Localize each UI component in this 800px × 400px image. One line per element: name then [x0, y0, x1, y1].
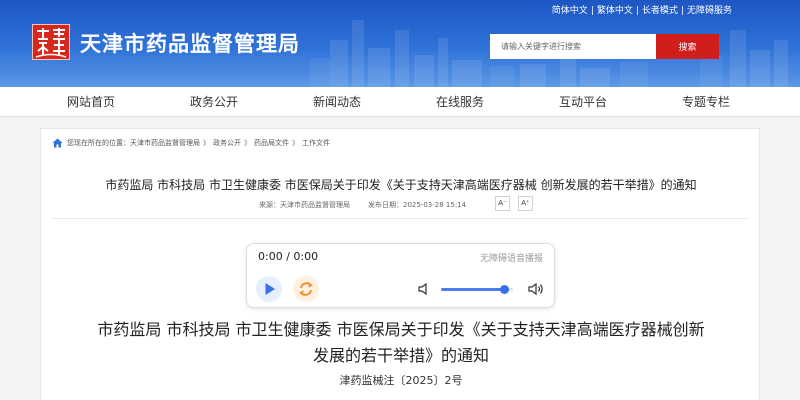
breadcrumb-separator: 》: [244, 139, 251, 147]
play-button[interactable]: [256, 276, 282, 302]
breadcrumb-item-work-documents[interactable]: 工作文件: [302, 138, 330, 148]
breadcrumb-separator: 》: [203, 139, 210, 147]
top-link-separator: |: [680, 6, 684, 16]
font-increase-button[interactable]: A⁺: [518, 196, 533, 211]
site-header: 简体中文|繁体中文|长者模式|无障碍服务 天津市药品监督管理局 搜索: [0, 0, 800, 87]
search-button[interactable]: 搜索: [656, 34, 719, 59]
breadcrumb: 您现在所在的位置： 天津市药品监督管理局 》 政务公开 》 药品局文件 》 工作…: [52, 138, 330, 148]
volume-slider-handle[interactable]: [500, 285, 510, 294]
article-meta: 来源：天津市药品监督管理局 发布日期：2025-03-28 15:14: [259, 200, 466, 210]
site-title[interactable]: 天津市药品监督管理局: [80, 28, 300, 58]
body-title: 市药监局 市科技局 市卫生健康委 市医保局关于印发《关于支持天津高端医疗器械创新…: [41, 317, 761, 369]
search-input[interactable]: [490, 34, 656, 59]
top-link-elder-mode[interactable]: 长者模式: [642, 6, 678, 16]
home-icon[interactable]: [52, 138, 63, 148]
audio-player: 0:00 / 0:00 无障碍语音播报: [246, 243, 555, 308]
loop-button[interactable]: [293, 276, 319, 302]
date-label: 发布日期：: [368, 201, 403, 209]
volume-level-fill: [441, 288, 505, 291]
nav-item-interaction[interactable]: 互动平台: [559, 87, 607, 117]
nav-item-special-topics[interactable]: 专题专栏: [682, 87, 730, 117]
nav-item-home[interactable]: 网站首页: [67, 87, 115, 117]
top-link-traditional[interactable]: 繁体中文: [597, 6, 633, 16]
nav-item-government-affairs[interactable]: 政务公开: [190, 87, 238, 117]
article-card: 您现在所在的位置： 天津市药品监督管理局 》 政务公开 》 药品局文件 》 工作…: [40, 128, 760, 400]
title-divider: [52, 218, 750, 219]
date-value: 2025-03-28 15:14: [403, 201, 467, 209]
top-link-separator: |: [635, 6, 639, 16]
top-link-accessibility[interactable]: 无障碍服务: [687, 6, 732, 16]
player-time: 0:00 / 0:00: [258, 250, 319, 263]
breadcrumb-item-home[interactable]: 天津市药品监督管理局: [130, 138, 200, 148]
volume-high-icon[interactable]: [528, 282, 544, 296]
font-decrease-button[interactable]: A⁻: [495, 196, 510, 211]
loop-icon: [299, 282, 313, 296]
body-title-line-2: 发展的若干举措》的通知: [312, 346, 489, 365]
main-nav: 网站首页 政务公开 新闻动态 在线服务 互动平台 专题专栏: [0, 87, 800, 117]
breadcrumb-item-government-affairs[interactable]: 政务公开: [213, 138, 241, 148]
breadcrumb-item-bureau-documents[interactable]: 药品局文件: [254, 138, 289, 148]
volume-low-icon[interactable]: [417, 282, 431, 296]
top-link-separator: |: [590, 6, 594, 16]
top-link-simplified[interactable]: 简体中文: [552, 6, 588, 16]
document-number: 津药监械注〔2025〕2号: [339, 374, 463, 387]
nav-item-news[interactable]: 新闻动态: [313, 87, 361, 117]
source-value: 天津市药品监督管理局: [280, 201, 350, 209]
tianjin-emblem-icon[interactable]: [32, 24, 70, 60]
breadcrumb-separator: 》: [292, 139, 299, 147]
nav-item-online-services[interactable]: 在线服务: [436, 87, 484, 117]
volume-slider[interactable]: [441, 285, 513, 294]
breadcrumb-prefix: 您现在所在的位置：: [67, 139, 130, 147]
article-title: 市药监局 市科技局 市卫生健康委 市医保局关于印发《关于支持天津高端医疗器械 创…: [105, 178, 697, 192]
play-icon: [265, 283, 275, 295]
body-title-line-1: 市药监局 市科技局 市卫生健康委 市医保局关于印发《关于支持天津高端医疗器械创新: [97, 320, 705, 339]
accessibility-voice-label: 无障碍语音播报: [479, 254, 543, 264]
top-links: 简体中文 | 繁体中文 | 长者模式 | 无障碍服务: [552, 3, 732, 16]
source-label: 来源：: [259, 201, 280, 209]
